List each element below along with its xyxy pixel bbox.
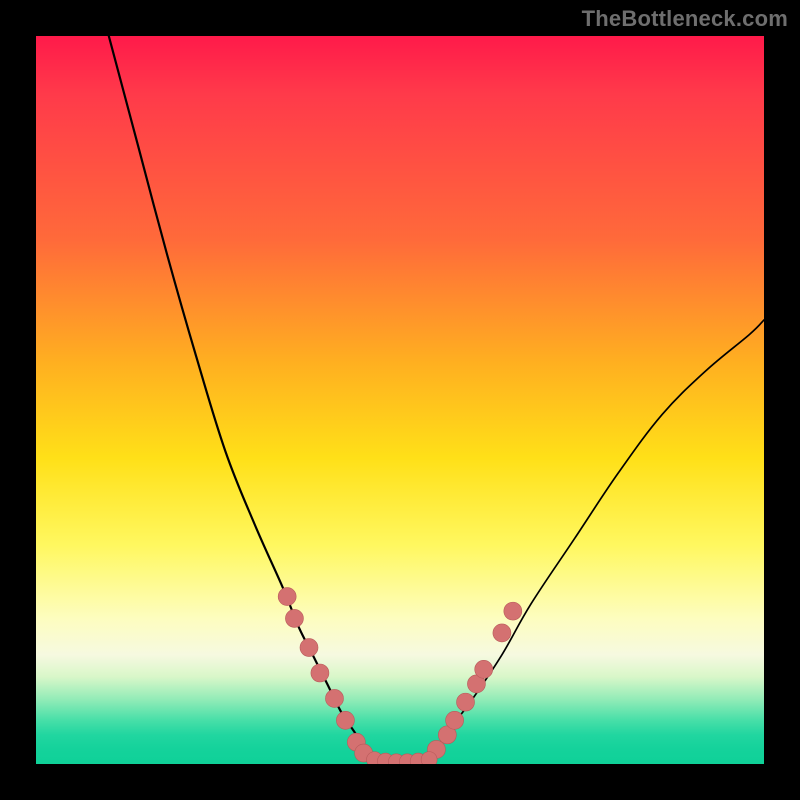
chart-plot-area: [36, 36, 764, 764]
watermark-label: TheBottleneck.com: [582, 6, 788, 32]
curve-left-branch: [109, 36, 371, 757]
data-marker: [336, 711, 354, 729]
data-marker: [504, 602, 522, 620]
data-marker: [325, 689, 343, 707]
data-marker: [278, 588, 296, 606]
marker-group-left: [278, 588, 372, 763]
data-marker: [493, 624, 511, 642]
data-marker: [446, 711, 464, 729]
data-marker: [475, 660, 493, 678]
marker-group-right: [427, 602, 521, 758]
chart-svg: [36, 36, 764, 764]
data-marker: [285, 609, 303, 627]
data-marker: [311, 664, 329, 682]
marker-group-min: [367, 752, 438, 764]
chart-root: TheBottleneck.com: [0, 0, 800, 800]
data-marker: [457, 693, 475, 711]
data-marker: [300, 639, 318, 657]
